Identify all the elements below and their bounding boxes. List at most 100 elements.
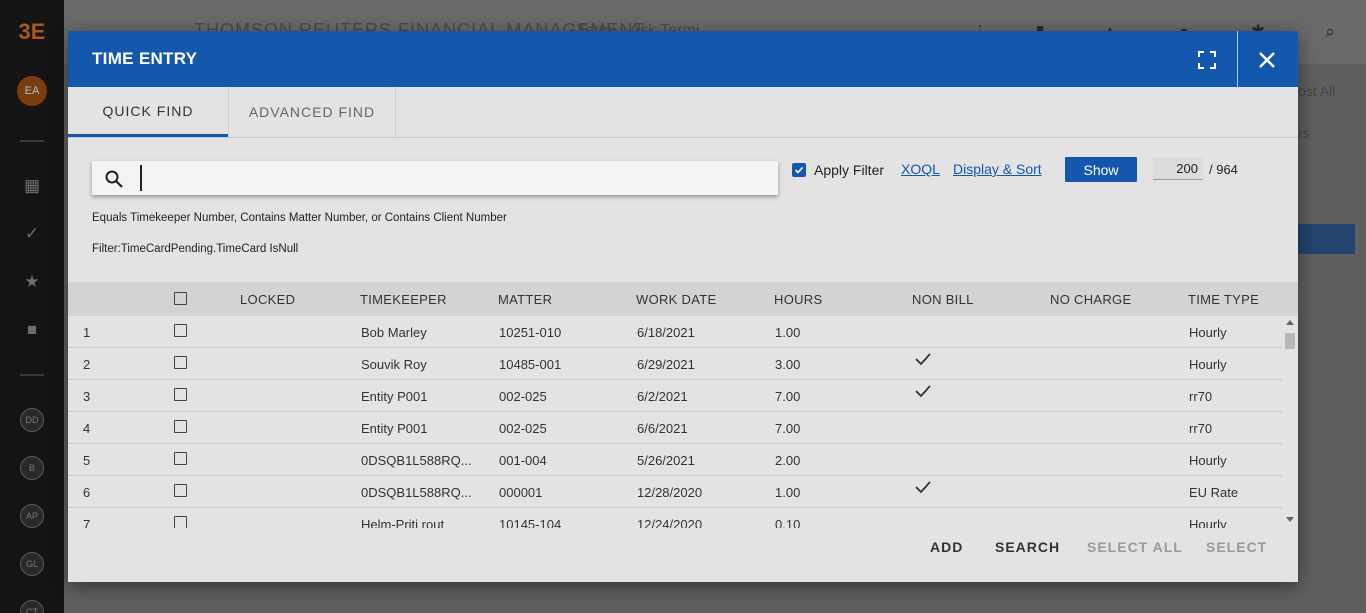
sidebar-shortcut[interactable]: AP [20, 504, 44, 528]
app-sidebar: 3E EA ▦ ✓ ★ ■ DD B AP GL CT [0, 0, 64, 613]
row-checkbox[interactable] [174, 388, 187, 401]
cell-time-type: Hourly [1189, 453, 1227, 468]
column-header-no-charge[interactable]: NO CHARGE [1050, 292, 1131, 307]
column-header-locked[interactable]: LOCKED [240, 292, 295, 307]
cell-matter: 10145-104 [499, 517, 562, 528]
table-row[interactable]: 7 Helm-Priti rout 10145-104 12/24/2020 0.10 H… [68, 508, 1282, 528]
column-header-timekeeper[interactable]: TIMEKEEPER [360, 292, 447, 307]
cell-matter: 002-025 [499, 389, 547, 404]
rows-count-input[interactable] [1153, 157, 1203, 180]
cell-hours: 1.00 [775, 325, 801, 340]
cell-time-type: Hourly [1189, 325, 1227, 340]
grid-body: 1 Bob Marley 10251-010 6/18/2021 1.00 Hourly 2… [68, 316, 1282, 528]
cell-time-type: EU Rate [1189, 485, 1239, 500]
cell-work-date: 12/24/2020 [637, 517, 703, 528]
sidebar-divider [20, 374, 44, 376]
sidebar-divider [20, 140, 44, 142]
grid-scrollbar[interactable] [1282, 316, 1298, 528]
row-checkbox[interactable] [174, 516, 187, 528]
column-header-matter[interactable]: MATTER [498, 292, 552, 307]
table-row[interactable]: 2 Souvik Roy 10485-001 6/29/2021 3.00 Hourly [68, 348, 1282, 380]
table-row[interactable]: 6 0DSQB1L588RQ... 000001 12/28/2020 1.00 EU R… [68, 476, 1282, 508]
table-row[interactable]: 3 Entity P001 002-025 6/2/2021 7.00 rr70 [68, 380, 1282, 412]
cell-row-number: 6 [83, 485, 91, 500]
cell-timekeeper: Helm-Priti rout [361, 517, 445, 528]
maximize-icon[interactable] [1196, 49, 1218, 71]
folder-icon[interactable]: ■ [22, 320, 42, 340]
row-checkbox[interactable] [174, 452, 187, 465]
scroll-thumb[interactable] [1285, 333, 1295, 349]
header-divider [1237, 31, 1238, 87]
cell-hours: 7.00 [775, 389, 801, 404]
add-button[interactable]: ADD [930, 539, 963, 555]
select-button[interactable]: SELECT [1206, 539, 1267, 555]
non-bill-check-icon [914, 480, 932, 494]
time-entry-dialog: TIME ENTRY QUICK FIND ADVANCED FIND Appl… [68, 31, 1298, 582]
cell-work-date: 12/28/2020 [637, 485, 703, 500]
xoql-link[interactable]: XOQL [901, 161, 940, 177]
search-icon[interactable] [104, 169, 124, 189]
background-action-button[interactable] [1298, 224, 1355, 254]
scroll-up-arrow[interactable] [1286, 320, 1294, 325]
sidebar-shortcut[interactable]: CT [20, 600, 44, 613]
apply-filter-checkbox[interactable] [792, 163, 806, 177]
row-checkbox[interactable] [174, 484, 187, 497]
cell-timekeeper: Souvik Roy [361, 357, 427, 372]
select-all-button[interactable]: SELECT ALL [1087, 539, 1183, 555]
post-all-text[interactable]: ost All [1298, 83, 1335, 99]
app-logo: 3E [18, 19, 46, 44]
select-all-checkbox[interactable] [174, 292, 187, 305]
cell-timekeeper: Entity P001 [361, 421, 428, 436]
apply-filter-label: Apply Filter [814, 162, 885, 178]
cell-row-number: 5 [83, 453, 91, 468]
cell-work-date: 6/18/2021 [637, 325, 695, 340]
table-row[interactable]: 1 Bob Marley 10251-010 6/18/2021 1.00 Hourly [68, 316, 1282, 348]
rows-total: / 964 [1209, 162, 1238, 177]
cell-row-number: 3 [83, 389, 91, 404]
tab-advanced-find[interactable]: ADVANCED FIND [228, 87, 396, 137]
cell-matter: 10251-010 [499, 325, 562, 340]
cell-timekeeper: Entity P001 [361, 389, 428, 404]
non-bill-check-icon [914, 352, 932, 366]
search-hint: Equals Timekeeper Number, Contains Matte… [92, 212, 507, 224]
row-checkbox[interactable] [174, 356, 187, 369]
column-header-work-date[interactable]: WORK DATE [636, 292, 716, 307]
close-icon[interactable] [1254, 47, 1280, 73]
search-icon[interactable]: ⌕ [1320, 22, 1340, 42]
cell-work-date: 6/29/2021 [637, 357, 695, 372]
filter-text: Filter:TimeCardPending.TimeCard IsNull [92, 243, 299, 255]
cell-time-type: rr70 [1189, 421, 1213, 436]
user-avatar[interactable]: EA [17, 76, 47, 106]
non-bill-check-icon [914, 384, 932, 398]
search-input[interactable] [140, 165, 760, 191]
cell-matter: 002-025 [499, 421, 547, 436]
show-button[interactable]: Show [1065, 157, 1137, 182]
cell-work-date: 6/2/2021 [637, 389, 688, 404]
column-header-hours[interactable]: HOURS [774, 292, 822, 307]
tab-quick-find[interactable]: QUICK FIND [68, 87, 228, 137]
row-checkbox[interactable] [174, 324, 187, 337]
star-icon[interactable]: ★ [22, 272, 42, 292]
dashboard-icon[interactable]: ▦ [22, 176, 42, 196]
row-checkbox[interactable] [174, 420, 187, 433]
cell-work-date: 5/26/2021 [637, 453, 695, 468]
cell-matter: 001-004 [499, 453, 547, 468]
sidebar-shortcut[interactable]: B [20, 456, 44, 480]
scroll-down-arrow[interactable] [1286, 517, 1294, 522]
table-row[interactable]: 5 0DSQB1L588RQ... 001-004 5/26/2021 2.00 Hour… [68, 444, 1282, 476]
sidebar-shortcut[interactable]: GL [20, 552, 44, 576]
table-row[interactable]: 4 Entity P001 002-025 6/6/2021 7.00 rr70 [68, 412, 1282, 444]
search-button[interactable]: SEARCH [995, 539, 1060, 555]
cell-hours: 7.00 [775, 421, 801, 436]
column-header-non-bill[interactable]: NON BILL [912, 292, 974, 307]
column-header-time-type[interactable]: TIME TYPE [1188, 292, 1259, 307]
display-sort-link[interactable]: Display & Sort [953, 161, 1042, 177]
sidebar-shortcut[interactable]: DD [20, 408, 44, 432]
cell-hours: 3.00 [775, 357, 801, 372]
cell-row-number: 7 [83, 517, 91, 528]
check-icon[interactable]: ✓ [22, 224, 42, 244]
cell-hours: 2.00 [775, 453, 801, 468]
cell-time-type: Hourly [1189, 357, 1227, 372]
cell-row-number: 1 [83, 325, 91, 340]
search-box [92, 161, 778, 195]
